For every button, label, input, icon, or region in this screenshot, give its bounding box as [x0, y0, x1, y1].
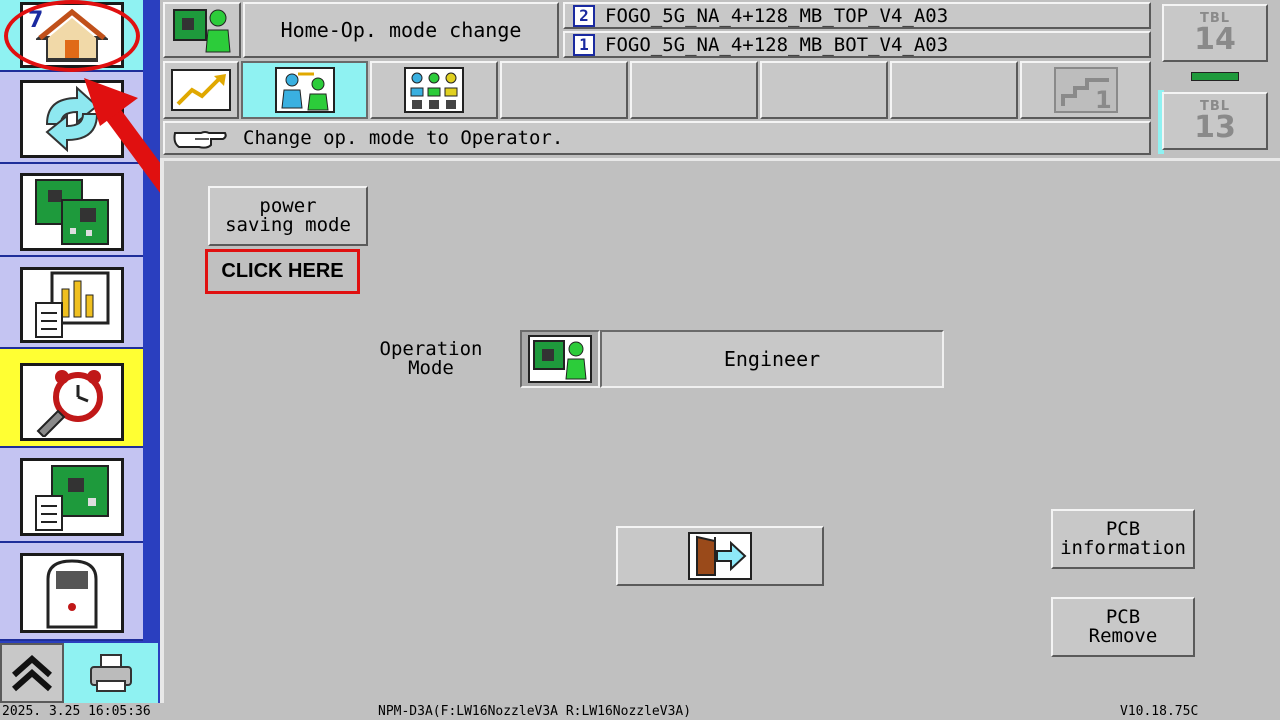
toolbar-empty-slot-3 [760, 61, 888, 119]
stacked-pages-icon: 1 [1053, 67, 1118, 114]
op-mode-header-icon [163, 2, 241, 58]
pcb-doc-button[interactable] [20, 458, 124, 536]
table-number: 14 [1194, 21, 1236, 57]
table-divider [1162, 68, 1268, 84]
exit-door-icon [688, 532, 752, 580]
maintenance-button[interactable] [20, 363, 124, 441]
guidance-message: Change op. mode to Operator. [243, 127, 564, 149]
file-index-badge: 1 [573, 33, 595, 56]
operation-mode-label: Operation Mode [360, 340, 502, 378]
sidebar-item-maintenance[interactable] [0, 349, 143, 448]
pcb-remove-button[interactable]: PCB Remove [1051, 597, 1195, 657]
report-button[interactable] [20, 267, 124, 343]
rising-arrow-icon [171, 69, 231, 111]
production-mode-button[interactable] [163, 61, 239, 119]
table-number: 13 [1194, 109, 1236, 145]
operation-mode-value: Engineer [600, 330, 944, 388]
file-index-badge: 2 [573, 4, 595, 27]
status-version: V10.18.75C [1120, 704, 1199, 719]
machine-button[interactable] [20, 553, 124, 633]
pcb-document-icon [35, 465, 109, 531]
bar-chart-report-icon [35, 271, 110, 338]
power-saving-label-line2: saving mode [225, 214, 351, 236]
file-name: FOGO_5G_NA_4+128_MB_BOT_V4_A03 [605, 33, 949, 56]
operation-mode-icon-box [520, 330, 600, 388]
operation-mode-label-line2: Mode [408, 357, 454, 379]
printer-icon [90, 654, 132, 692]
print-button[interactable] [64, 643, 158, 703]
alarm-clock-wrench-icon [36, 370, 103, 437]
file-row-bottom: 1 FOGO_5G_NA_4+128_MB_BOT_V4_A03 [563, 31, 1151, 58]
op-mode-change-tab[interactable] [241, 61, 368, 119]
operator-swap-icon [274, 67, 335, 113]
status-machine-info: NPM-D3A(F:LW16NozzleV3A R:LW16NozzleV3A) [378, 704, 692, 719]
file-name: FOGO_5G_NA_4+128_MB_TOP_V4_A03 [605, 4, 949, 27]
pointing-hand-icon [173, 131, 227, 149]
table-14-button[interactable]: TBL 14 [1162, 4, 1268, 62]
svg-text:1: 1 [1095, 86, 1112, 114]
users-lock-icon [404, 67, 464, 113]
pcb-information-button[interactable]: PCB information [1051, 509, 1195, 569]
guidance-message-bar: Change op. mode to Operator. [163, 121, 1151, 155]
status-datetime: 2025. 3.25 16:05:36 [2, 704, 151, 719]
stacked-pages-button[interactable]: 1 [1020, 61, 1151, 119]
toolbar-empty-slot-2 [630, 61, 758, 119]
file-row-top: 2 FOGO_5G_NA_4+128_MB_TOP_V4_A03 [563, 2, 1151, 29]
pcb-info-label-line2: information [1060, 537, 1186, 559]
engineer-mode-icon [173, 9, 231, 53]
power-saving-mode-button[interactable]: power saving mode [208, 186, 368, 246]
exit-button[interactable] [616, 526, 824, 586]
double-chevron-up-icon [12, 654, 52, 692]
click-here-annotation: CLICK HERE [205, 249, 360, 294]
machine-unit-icon [46, 559, 98, 629]
sidebar-item-report[interactable] [0, 257, 143, 349]
engineer-mode-icon [528, 335, 592, 383]
sidebar-item-pcb-doc[interactable] [0, 448, 143, 543]
status-bar: 2025. 3.25 16:05:36 NPM-D3A(F:LW16Nozzle… [0, 703, 1280, 720]
toolbar-empty-slot-4 [890, 61, 1018, 119]
sidebar-item-machine[interactable] [0, 543, 143, 641]
pcb-remove-label-line2: Remove [1088, 625, 1158, 647]
scroll-up-button[interactable] [0, 643, 64, 703]
toolbar-empty-slot-1 [500, 61, 628, 119]
screen-title: Home-Op. mode change [243, 2, 559, 58]
table-13-button[interactable]: TBL 13 [1162, 92, 1268, 150]
user-lock-button[interactable] [370, 61, 498, 119]
